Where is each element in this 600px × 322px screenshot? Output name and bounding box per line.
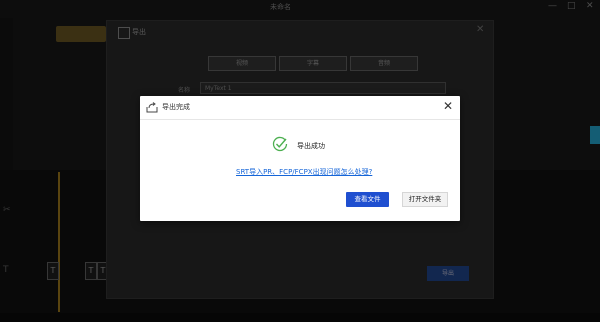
- success-message: 导出成功: [297, 142, 325, 150]
- dialog-title: 导出完成: [162, 103, 190, 111]
- close-icon[interactable]: ✕: [443, 99, 453, 113]
- export-complete-dialog: 导出完成 ✕ 导出成功 SRT导入PR、FCP/FCPX出现问题怎么处理? 查看…: [140, 96, 460, 221]
- export-share-icon: [146, 102, 158, 113]
- open-folder-button[interactable]: 打开文件夹: [402, 192, 448, 207]
- srt-help-link[interactable]: SRT导入PR、FCP/FCPX出现问题怎么处理?: [236, 167, 372, 177]
- dialog-header: 导出完成 ✕: [140, 96, 460, 120]
- view-file-button[interactable]: 查看文件: [346, 192, 389, 207]
- check-circle-icon: [272, 136, 288, 152]
